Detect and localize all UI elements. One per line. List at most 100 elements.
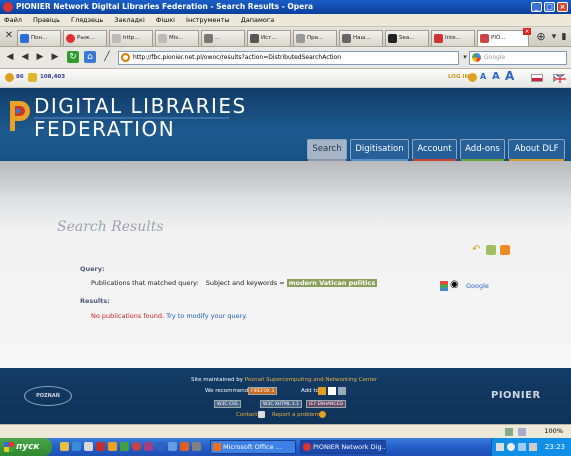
forward-double-icon[interactable]: ▶: [49, 51, 61, 63]
eye-icon[interactable]: ◉: [450, 280, 459, 290]
psnc-link[interactable]: Poznań Supercomputing and Networking Cen…: [245, 377, 377, 383]
quicklaunch-icon[interactable]: [72, 442, 81, 451]
nav-tab-add-ons[interactable]: Add-ons: [460, 139, 505, 162]
minimize-button[interactable]: _: [531, 2, 542, 12]
taskbar-button-opera[interactable]: PIONIER Network Dig...: [300, 440, 386, 454]
language-icon[interactable]: [496, 443, 504, 451]
contact-link[interactable]: Contact: [236, 412, 257, 418]
firefox-badge[interactable]: FIREFOX 3: [248, 387, 278, 395]
nav-tab-digitisation[interactable]: Digitisation: [350, 139, 409, 162]
quicklaunch-icon[interactable]: [60, 442, 69, 451]
quicklaunch-icon[interactable]: [144, 442, 153, 451]
maximize-button[interactable]: □: [544, 2, 555, 12]
new-tab-icon[interactable]: ⊕: [535, 31, 547, 43]
tab-favicon: [66, 34, 75, 43]
uk-flag-icon[interactable]: [553, 74, 566, 83]
taskbar-button-office[interactable]: Microsoft Office ...: [210, 440, 296, 454]
quicklaunch-icon[interactable]: [168, 442, 177, 451]
close-window-button[interactable]: ×: [557, 2, 568, 12]
address-toolbar: ◀ ◀ ▶ ▶ ↻ ⌂ ╱ http://fbc.pionier.net.pl/…: [0, 47, 571, 69]
url-text: http://fbc.pionier.net.pl/owoc/results?a…: [133, 54, 342, 61]
w3c-css-badge[interactable]: W3C CSS: [214, 400, 241, 408]
home-icon[interactable]: ⌂: [84, 51, 96, 63]
site-footer: POZNAŃ Site maintained by Poznań Superco…: [0, 368, 571, 424]
quicklaunch-icon[interactable]: [96, 442, 105, 451]
quicklaunch-icon[interactable]: [108, 442, 117, 451]
quicklaunch-icon[interactable]: [132, 442, 141, 451]
browser-tab[interactable]: Inte...: [431, 30, 475, 46]
menu-widgets[interactable]: Фішкі: [156, 16, 175, 24]
font-size-medium[interactable]: A: [492, 71, 500, 82]
tools-icon[interactable]: ✕: [3, 30, 15, 42]
view-icon[interactable]: [518, 428, 526, 436]
nav-tab-search[interactable]: Search: [307, 139, 347, 162]
volume-icon[interactable]: [529, 443, 537, 451]
menu-view[interactable]: Глядзець: [71, 16, 103, 24]
rss-icon[interactable]: [500, 245, 510, 255]
network-icon[interactable]: [518, 443, 526, 451]
menu-file[interactable]: Файл: [4, 16, 22, 24]
back-arrow-icon[interactable]: ↶: [472, 245, 482, 255]
login-icon[interactable]: [468, 73, 477, 82]
dlf-logo-icon[interactable]: [7, 98, 31, 131]
pionier-logo[interactable]: PIONIER: [491, 390, 541, 401]
logo-title-line2: FEDERATION: [34, 117, 176, 141]
browser-tab[interactable]: Sea...: [385, 30, 429, 46]
report-problem-link[interactable]: Report a problem: [272, 412, 320, 418]
quicklaunch-icon[interactable]: [84, 442, 93, 451]
back-icon[interactable]: ◀: [19, 51, 31, 63]
browser-tab[interactable]: Пон...: [17, 30, 61, 46]
poznan-logo[interactable]: POZNAŃ: [24, 386, 72, 406]
font-size-large[interactable]: A: [505, 69, 514, 83]
browser-tab[interactable]: Mis...: [155, 30, 199, 46]
close-tab-icon[interactable]: ×: [523, 28, 531, 35]
start-button[interactable]: пуск: [0, 438, 52, 456]
tab-favicon: [296, 34, 305, 43]
login-link[interactable]: LOG IN: [448, 74, 469, 80]
window-title: PIONIER Network Digital Libraries Federa…: [16, 2, 314, 11]
browser-tab[interactable]: http...: [109, 30, 153, 46]
w3c-xhtml-badge[interactable]: W3C XHTML 1.1: [260, 400, 303, 408]
quicklaunch-icon[interactable]: [180, 442, 189, 451]
back-double-icon[interactable]: ◀: [4, 51, 16, 63]
menu-tools[interactable]: Інструменты: [186, 16, 230, 24]
menu-help[interactable]: Дапамога: [241, 16, 275, 24]
wand-icon[interactable]: ╱: [101, 51, 113, 63]
help-tray-icon[interactable]: [507, 443, 515, 451]
browser-tab-active[interactable]: PIO...: [477, 30, 529, 46]
reload-icon[interactable]: ↻: [67, 51, 79, 63]
modify-query-link[interactable]: Try to modify your query.: [166, 312, 247, 320]
polish-flag-icon[interactable]: [531, 74, 543, 82]
share-icon[interactable]: [338, 387, 346, 395]
engine-icon[interactable]: [440, 281, 448, 291]
browser-tab[interactable]: Ист...: [247, 30, 291, 46]
address-field[interactable]: http://fbc.pionier.net.pl/owoc/results?a…: [118, 51, 459, 65]
browser-tab[interactable]: Рыж...: [63, 30, 107, 46]
footer-maintained: Site maintained by Poznań Supercomputing…: [191, 377, 378, 383]
quicklaunch-icon[interactable]: [156, 442, 165, 451]
panel-icon[interactable]: [505, 428, 513, 436]
export-icon[interactable]: [486, 245, 496, 255]
search-input[interactable]: Google: [469, 51, 567, 65]
font-size-small[interactable]: A: [480, 72, 486, 81]
nav-tab-account[interactable]: Account: [412, 139, 457, 162]
menu-bookmarks[interactable]: Закладкі: [114, 16, 144, 24]
quicklaunch-icon[interactable]: [192, 442, 201, 451]
tab-favicon: [158, 34, 167, 43]
ie7-badge[interactable]: IE7 ENHANCED: [306, 400, 346, 408]
bookmark-icon[interactable]: [318, 387, 326, 395]
nav-tab-about[interactable]: About DLF: [508, 139, 565, 162]
delicious-icon[interactable]: [328, 387, 336, 395]
footer-add-to: Add to: [301, 388, 319, 394]
browser-tab[interactable]: Пра...: [293, 30, 337, 46]
zoom-level[interactable]: 100%: [544, 427, 563, 435]
trash-icon[interactable]: ▮: [558, 31, 570, 43]
forward-icon[interactable]: ▶: [34, 51, 46, 63]
system-tray: 23:23: [491, 438, 571, 456]
browser-tab[interactable]: ...: [201, 30, 245, 46]
menu-edit[interactable]: Правіць: [33, 16, 60, 24]
tab-favicon: [250, 34, 259, 43]
quicklaunch-icon[interactable]: [120, 442, 129, 451]
browser-tab[interactable]: Наш...: [339, 30, 383, 46]
google-link[interactable]: Google: [466, 282, 489, 290]
